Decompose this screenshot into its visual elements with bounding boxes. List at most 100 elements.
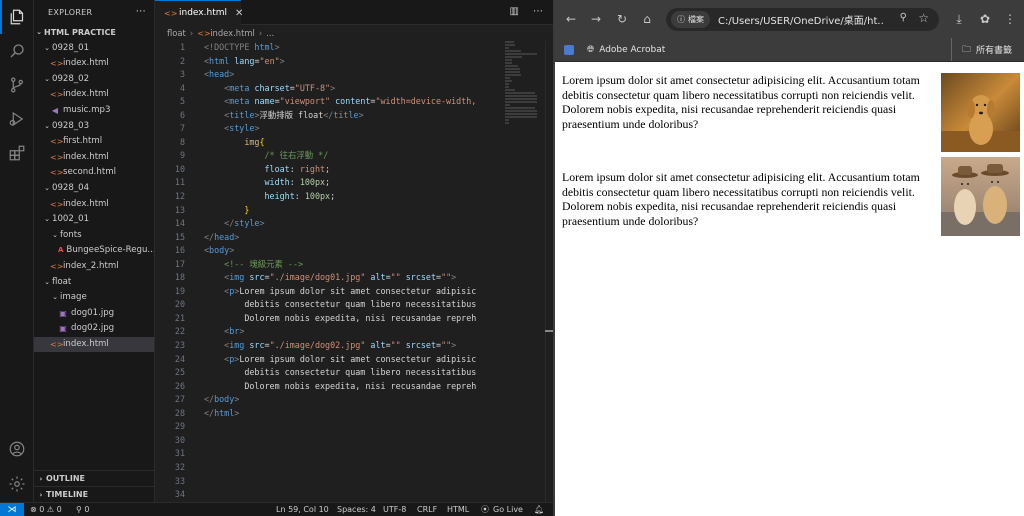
indentation-status[interactable]: Spaces: 4: [337, 503, 376, 516]
code-text: </head>: [185, 231, 528, 245]
go-live-button[interactable]: Go Live: [493, 503, 523, 516]
folder-item[interactable]: ⌄ 0928_02: [34, 72, 154, 88]
folder-item[interactable]: ⌄ fonts: [34, 228, 154, 244]
code-token: content: [335, 96, 371, 107]
workspace-folder[interactable]: ⌄ HTML PRACTICE: [34, 25, 154, 41]
folder-item[interactable]: ⌄ 0928_03: [34, 119, 154, 135]
gear-icon[interactable]: [0, 467, 34, 501]
more-actions-icon[interactable]: ⋯: [533, 6, 543, 17]
code-token: right: [299, 163, 326, 174]
home-icon[interactable]: ⌂: [637, 9, 657, 29]
code-token: name: [254, 96, 275, 107]
code-text: debitis consectetur quam libero necessit…: [185, 366, 528, 380]
split-editor-icon[interactable]: ▥: [510, 6, 519, 17]
tree-item-label: index_2.html: [63, 260, 119, 271]
extension-icon[interactable]: ✿: [975, 9, 995, 29]
html-file-icon: <>: [50, 152, 64, 162]
problems-status[interactable]: ⊗ 0 ⚠ 0: [30, 503, 62, 516]
code-token: Lorem ipsum dolor sit amet consectetur a…: [239, 285, 477, 296]
tab-index-html[interactable]: <> index.html ✕: [155, 0, 243, 25]
reload-icon[interactable]: ↻: [612, 9, 632, 29]
code-line: 18 <img src="./image/dog01.jpg" alt="" s…: [155, 271, 553, 285]
encoding-status[interactable]: UTF-8: [383, 503, 406, 516]
code-editor[interactable]: 1 <!DOCTYPE html> 2 <html lang="en"> 3 <head>…: [155, 41, 553, 502]
back-icon[interactable]: ←: [561, 9, 581, 29]
ports-status[interactable]: ⚲ 0: [76, 503, 90, 516]
zoom-icon[interactable]: ⚲: [900, 12, 907, 23]
line-number: 22: [174, 326, 185, 337]
folder-item[interactable]: ⌄ float: [34, 275, 154, 291]
folder-item[interactable]: ⌄ image: [34, 290, 154, 306]
code-line: 30: [155, 434, 553, 448]
bookmark-star-icon[interactable]: ☆: [918, 11, 929, 25]
code-line: 33: [155, 475, 553, 489]
folder-item[interactable]: ⌄ 0928_04: [34, 181, 154, 197]
breadcrumb-file[interactable]: index.html: [210, 28, 255, 38]
file-item[interactable]: <> second.html: [34, 165, 154, 181]
file-item[interactable]: ◀ music.mp3: [34, 103, 154, 119]
forward-icon[interactable]: →: [586, 9, 606, 29]
breadcrumb-more[interactable]: ...: [266, 28, 274, 38]
code-token: float: [264, 163, 290, 174]
minimap-line: [505, 77, 511, 79]
address-bar[interactable]: ⓘ 檔案 C:/Users/USER/OneDrive/桌面/ht... ⚲ ☆: [666, 8, 939, 31]
file-item[interactable]: ▣ dog01.jpg: [34, 306, 154, 322]
file-item[interactable]: A BungeeSpice-Regu...: [34, 243, 154, 259]
extensions-icon[interactable]: [0, 136, 34, 170]
minimap-line: [505, 68, 520, 70]
more-actions-icon[interactable]: ⋯: [136, 6, 146, 18]
minimap[interactable]: [505, 41, 543, 131]
account-icon[interactable]: [0, 432, 34, 466]
url-text[interactable]: C:/Users/USER/OneDrive/桌面/ht...: [718, 12, 883, 27]
editor-scrollbar[interactable]: [545, 41, 553, 502]
code-text: <body>: [185, 244, 528, 258]
remote-icon[interactable]: ⋊: [0, 503, 24, 516]
code-token: >: [451, 340, 457, 351]
html-file-icon: <>: [50, 199, 64, 209]
close-icon[interactable]: ✕: [235, 8, 243, 19]
file-item[interactable]: <> index.html: [34, 56, 154, 72]
minimap-line: [505, 98, 538, 100]
file-item[interactable]: <> index_2.html: [34, 259, 154, 275]
line-number: 16: [174, 245, 185, 256]
code-token: >: [259, 218, 265, 229]
tree-item-label: index.html: [63, 89, 109, 100]
cursor-position[interactable]: Ln 59, Col 10: [276, 503, 329, 516]
menu-icon[interactable]: ⋮: [1000, 9, 1020, 29]
line-number: 17: [174, 258, 185, 269]
code-text: <meta name="viewport" content="width=dev…: [185, 95, 528, 109]
file-item[interactable]: <> index.html: [34, 87, 154, 103]
line-number: 6: [179, 109, 185, 120]
search-icon[interactable]: [0, 34, 34, 68]
line-number: 10: [174, 163, 185, 174]
file-item[interactable]: <> index.html: [34, 197, 154, 213]
breadcrumb-folder[interactable]: float: [167, 28, 186, 38]
folder-item[interactable]: ⌄ 1002_01: [34, 212, 154, 228]
file-item[interactable]: ▣ dog02.jpg: [34, 321, 154, 337]
all-bookmarks[interactable]: 🗀 所有書籤: [951, 38, 1012, 61]
eol-status[interactable]: CRLF: [417, 503, 437, 516]
run-debug-icon[interactable]: [0, 102, 34, 136]
site-info-chip[interactable]: ⓘ 檔案: [671, 11, 710, 28]
source-control-icon[interactable]: [0, 68, 34, 102]
explorer-header: EXPLORER ⋯: [34, 0, 154, 24]
download-icon[interactable]: ⤓: [949, 9, 969, 29]
language-mode[interactable]: HTML: [447, 503, 469, 516]
explorer-icon[interactable]: [0, 0, 34, 34]
bookmark-adobe-acrobat[interactable]: 🌐︎ Adobe Acrobat: [587, 38, 665, 61]
code-text: Dolorem nobis expedita, nisi recusandae …: [185, 312, 528, 326]
minimap-line: [505, 89, 516, 91]
outline-section[interactable]: › OUTLINE: [34, 470, 154, 486]
bell-icon[interactable]: 🔔︎: [534, 503, 544, 516]
apps-icon[interactable]: [564, 38, 574, 61]
file-item[interactable]: <> first.html: [34, 134, 154, 150]
file-item[interactable]: <> index.html: [34, 336, 154, 353]
tree-item-label: second.html: [63, 167, 116, 178]
timeline-section[interactable]: › TIMELINE: [34, 486, 154, 502]
file-item[interactable]: <> index.html: [34, 150, 154, 166]
folder-item[interactable]: ⌄ 0928_01: [34, 41, 154, 57]
code-token: 浮動排版 float: [259, 109, 324, 120]
